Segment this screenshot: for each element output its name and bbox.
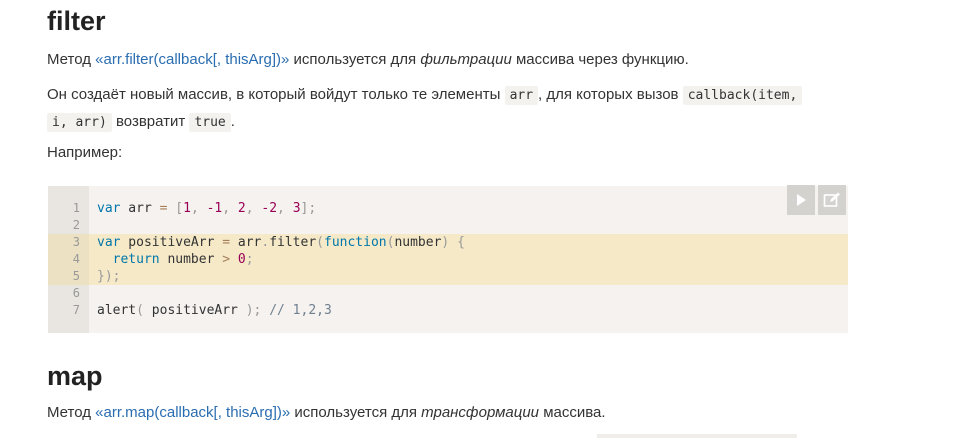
filter-explanation: Он создаёт новый массив, в который войду… [47,82,857,136]
text: возвратит [111,113,190,130]
text: используется для [290,404,422,421]
text: массива. [539,404,606,421]
line-number: 1 [72,201,80,215]
edit-button[interactable] [818,185,846,215]
code-line-7: 7 alert( positiveArr ); // 1,2,3 [48,302,848,319]
code-text: }); [97,269,121,284]
code-line-3: 3 var positiveArr = arr.filter(function(… [48,234,848,251]
inline-code-true: true [189,113,231,132]
text: массива через функцию. [511,51,689,68]
map-description: Метод «arr.map(callback[, thisArg])» исп… [47,400,857,426]
code-line-2: 2 [48,217,848,234]
filter-doc-link[interactable]: «arr.filter(callback[, thisArg])» [95,51,289,68]
map-doc-link[interactable]: «arr.map(callback[, thisArg])» [95,404,290,421]
code-line-4: 4 return number > 0; [48,251,848,268]
text: Метод [47,51,96,68]
example-label: Например: [47,144,123,161]
text: , для которых вызов [538,86,683,103]
code-line-5: 5 }); [48,268,848,285]
text: . [230,113,235,130]
code-line-6: 6 [48,285,848,302]
code-example: 1 var arr = [1, -1, 2, -2, 3]; 2 3 var p… [48,186,848,333]
inline-code-arr: arr [504,86,539,105]
line-number: 5 [48,268,89,285]
code-text: var positiveArr = arr.filter(function(nu… [97,235,465,250]
line-number: 2 [72,218,80,232]
line-number: 7 [72,303,80,317]
filter-description: Метод «arr.filter(callback[, thisArg])» … [47,47,857,73]
run-button[interactable] [787,185,815,215]
code-text: return number > 0; [112,252,254,267]
emphasis: трансформации [421,404,540,421]
text: Он создаёт новый массив, в который войду… [47,86,505,103]
code-text: alert( positiveArr ); // 1,2,3 [97,303,332,318]
play-icon [797,194,806,206]
map-heading: map [47,361,103,391]
line-number: 4 [48,251,89,268]
inline-code-callback: callback(item, [682,86,803,105]
text: Метод [47,404,96,421]
line-number: 6 [72,286,80,300]
code-line-1: 1 var arr = [1, -1, 2, -2, 3]; [48,200,848,217]
edit-icon [823,192,840,207]
inline-code-args: i, arr) [47,113,112,132]
filter-heading: filter [47,6,106,36]
text: используется для [289,51,421,68]
code-text: var arr = [1, -1, 2, -2, 3]; [97,201,317,216]
next-block-edge [597,434,797,438]
line-number: 3 [48,234,89,251]
emphasis: фильтрации [420,51,512,68]
